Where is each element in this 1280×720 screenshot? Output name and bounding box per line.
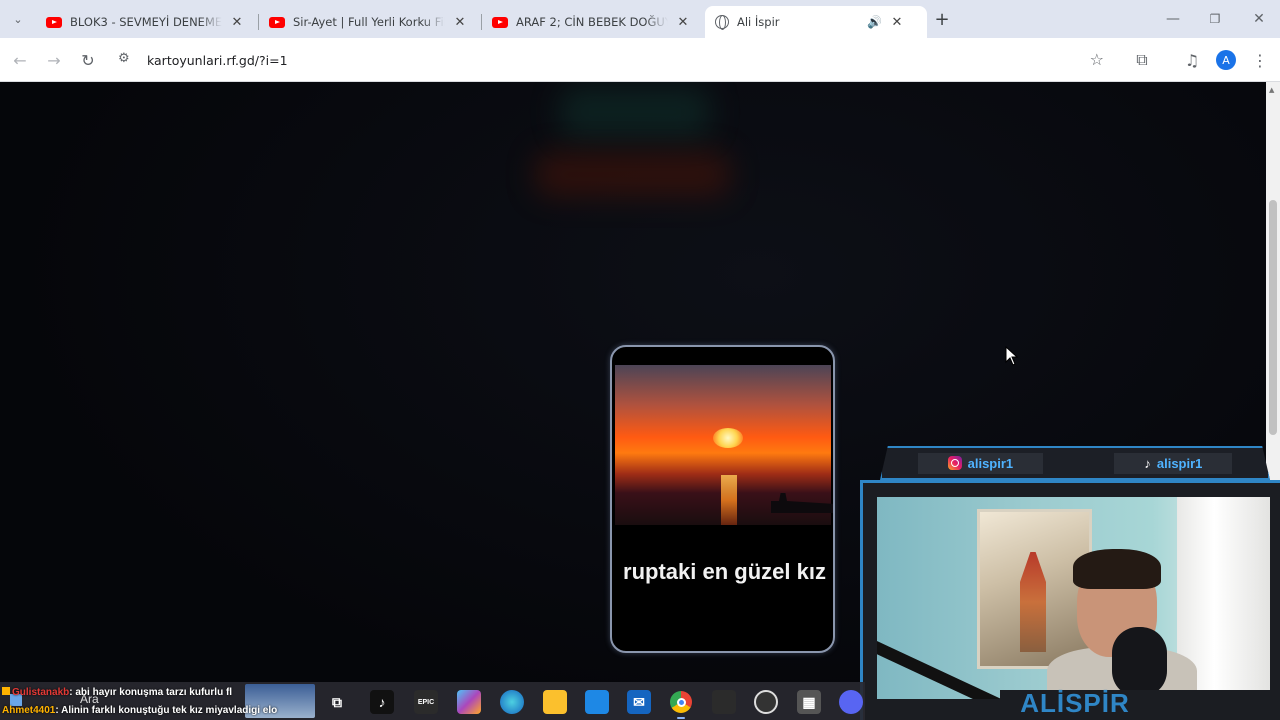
- instagram-handle-text: alispir1: [967, 455, 1014, 471]
- youtube-icon: [269, 16, 285, 28]
- tab-title: Sir-Ayet | Full Yerli Korku Filmi (: [293, 15, 445, 29]
- reload-icon[interactable]: ↻: [76, 48, 100, 72]
- streamer-name: ALİSPİR: [1020, 688, 1130, 718]
- tab-title: ARAF 2; CİN BEBEK DOĞUYOR |: [516, 15, 668, 29]
- tab-title: BLOK3 - SEVMEYİ DENEMEDİN: [70, 15, 222, 29]
- game-card[interactable]: ruptaki en güzel kız: [610, 345, 835, 653]
- stream-chat: Gulistanakb: abi hayır konuşma tarzı kuf…: [2, 684, 302, 720]
- social-bar: alispir1 ♪ alispir1: [880, 446, 1270, 480]
- menu-icon[interactable]: ⋮: [1248, 48, 1272, 72]
- site-settings-icon[interactable]: ⚙: [118, 51, 130, 66]
- epic-games-icon[interactable]: EPIC: [414, 690, 438, 714]
- tab-blok3[interactable]: BLOK3 - SEVMEYİ DENEMEDİN ✕: [36, 6, 258, 38]
- restore-icon[interactable]: ❐: [1203, 7, 1227, 31]
- close-tab-icon[interactable]: ✕: [230, 15, 244, 30]
- sun: [713, 428, 743, 448]
- extensions-icon[interactable]: ⧉: [1130, 48, 1154, 72]
- pier-silhouette: [771, 493, 833, 513]
- instagram-handle: alispir1: [917, 452, 1044, 474]
- profile-avatar[interactable]: A: [1214, 48, 1238, 72]
- chat-text: : abi hayır konuşma tarzı kufurlu fl: [69, 687, 233, 698]
- avatar: A: [1216, 50, 1236, 70]
- youtube-icon: [46, 16, 62, 28]
- bookmark-star-icon[interactable]: ☆: [1090, 50, 1104, 69]
- youtube-icon: [492, 16, 508, 28]
- blurred-button: [560, 87, 710, 137]
- davinci-icon[interactable]: [712, 690, 736, 714]
- tab-search-chevron-icon[interactable]: ⌄: [6, 7, 30, 31]
- window-close-icon[interactable]: ✕: [1247, 7, 1271, 31]
- obs-icon[interactable]: [754, 690, 778, 714]
- url-text[interactable]: kartoyunlari.rf.gd/?i=1: [147, 53, 288, 68]
- tab-strip: ⌄ BLOK3 - SEVMEYİ DENEMEDİN ✕ Sir-Ayet |…: [0, 0, 1280, 38]
- galata-tower: [1020, 552, 1046, 652]
- speaker-icon[interactable]: 🔊: [867, 15, 882, 29]
- tiktok-app-icon[interactable]: ♪: [370, 690, 394, 714]
- chrome-icon[interactable]: [669, 690, 693, 719]
- store-icon[interactable]: [585, 690, 609, 714]
- microphone: [1112, 627, 1167, 697]
- blurred-button: [535, 152, 730, 197]
- chat-message: Gulistanakb: abi hayır konuşma tarzı kuf…: [2, 684, 302, 702]
- tiktok-icon: ♪: [1144, 455, 1151, 471]
- chat-message: Ahmet4401: Alinin farklı konuştuğu tek k…: [2, 702, 302, 720]
- outlook-icon[interactable]: ✉: [627, 690, 651, 714]
- painting: [977, 509, 1092, 669]
- badge-icon: [2, 687, 10, 695]
- minimize-icon[interactable]: —: [1161, 7, 1185, 31]
- calculator-icon[interactable]: ▦: [797, 690, 821, 714]
- close-tab-icon[interactable]: ✕: [676, 15, 690, 30]
- scroll-thumb[interactable]: [1269, 200, 1277, 435]
- forward-icon[interactable]: →: [42, 48, 66, 72]
- browser-toolbar: ← → ↻ ⚙ kartoyunlari.rf.gd/?i=1 ☆ ⧉ ♫ A …: [0, 38, 1280, 82]
- mouse-cursor-icon: [1005, 346, 1019, 366]
- file-explorer-icon[interactable]: [543, 690, 567, 714]
- chat-username: Gulistanakb: [12, 687, 70, 698]
- sun-reflection: [721, 475, 737, 525]
- webcam-feed: [877, 497, 1270, 699]
- discord-icon[interactable]: [839, 690, 863, 714]
- media-control-icon[interactable]: ♫: [1180, 48, 1204, 72]
- address-bar[interactable]: ⚙ kartoyunlari.rf.gd/?i=1 ☆: [110, 44, 1120, 76]
- tab-sir-ayet[interactable]: Sir-Ayet | Full Yerli Korku Filmi ( ✕: [259, 6, 481, 38]
- task-view-icon[interactable]: ⧉: [325, 690, 349, 714]
- sunset-image: [615, 365, 833, 525]
- card-caption: ruptaki en güzel kız: [623, 559, 826, 584]
- tiktok-handle-text: alispir1: [1156, 455, 1203, 471]
- tab-ali-ispir[interactable]: Ali İspir 🔊 ✕: [705, 6, 927, 38]
- scroll-up-icon[interactable]: ▲: [1269, 86, 1274, 94]
- chat-username: Ahmet4401: [2, 705, 56, 716]
- new-tab-button[interactable]: +: [930, 7, 954, 31]
- edge-icon[interactable]: [500, 690, 524, 714]
- chat-text: : Alinin farklı konuştuğu tek kız miyavl…: [55, 705, 278, 716]
- close-tab-icon[interactable]: ✕: [453, 15, 467, 30]
- tiktok-handle: ♪ alispir1: [1114, 452, 1233, 474]
- streamer-hair: [1073, 549, 1161, 589]
- close-tab-icon[interactable]: ✕: [890, 15, 904, 30]
- tab-araf-2[interactable]: ARAF 2; CİN BEBEK DOĞUYOR | ✕: [482, 6, 704, 38]
- back-icon[interactable]: ←: [8, 48, 32, 72]
- instagram-icon: [947, 456, 962, 470]
- globe-icon: [715, 15, 729, 30]
- copilot-icon[interactable]: [457, 690, 481, 714]
- tab-title: Ali İspir: [737, 15, 780, 29]
